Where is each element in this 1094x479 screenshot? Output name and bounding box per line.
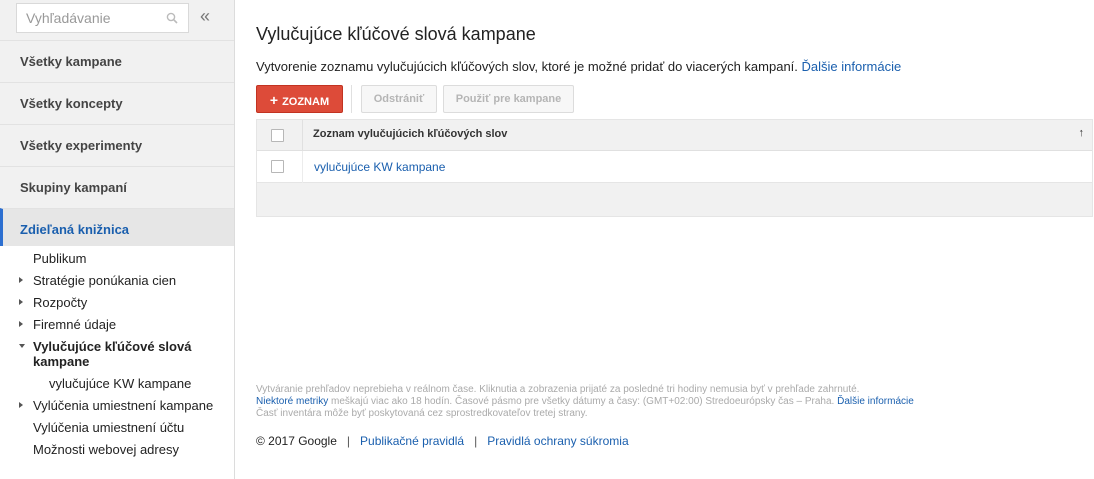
sub-item-business-data[interactable]: Firemné údaje — [33, 317, 116, 332]
description-text: Vytvorenie zoznamu vylučujúcich kľúčovýc… — [256, 59, 798, 74]
column-divider — [302, 120, 303, 151]
footer-separator: | — [474, 434, 478, 448]
page-title: Vylučujúce kľúčové slová kampane — [256, 24, 536, 44]
sort-ascending-icon[interactable]: ↑ — [1079, 127, 1085, 139]
row-checkbox[interactable] — [271, 160, 284, 173]
collapse-arrow-icon[interactable] — [19, 344, 25, 348]
plus-icon: + — [269, 92, 279, 108]
nav-all-experiments[interactable]: Všetky experimenty — [0, 124, 234, 166]
add-list-button[interactable]: + ZOZNAM — [256, 85, 343, 113]
note-line-1: Vytváranie prehľadov neprebieha v reálno… — [256, 384, 860, 395]
page-description: Vytvorenie zoznamu vylučujúcich kľúčovýc… — [256, 59, 901, 74]
nav-shared-library[interactable]: Zdieľaná knižnica — [0, 208, 234, 250]
column-header-list-name[interactable]: Zoznam vylučujúcich kľúčových slov — [313, 128, 507, 140]
privacy-policy-link[interactable]: Pravidlá ochrany súkromia — [487, 434, 628, 448]
expand-arrow-icon[interactable] — [19, 277, 23, 283]
more-info-link[interactable]: Ďalšie informácie — [802, 59, 902, 74]
add-list-label: ZOZNAM — [282, 96, 330, 108]
expand-arrow-icon[interactable] — [19, 321, 23, 327]
search-box[interactable] — [16, 3, 189, 33]
sub-item-url-options[interactable]: Možnosti webovej adresy — [33, 442, 179, 457]
shared-library-submenu: Publikum Stratégie ponúkania cien Rozpoč… — [0, 246, 234, 479]
expand-arrow-icon[interactable] — [19, 402, 23, 408]
search-icon[interactable] — [166, 12, 178, 24]
some-metrics-link[interactable]: Niektoré metriky — [256, 396, 328, 407]
notes-more-info-link[interactable]: Ďalšie informácie — [837, 396, 914, 407]
sub-item-audiences[interactable]: Publikum — [33, 251, 86, 266]
table-header: Zoznam vylučujúcich kľúčových slov ↑ — [257, 120, 1092, 151]
publishing-policy-link[interactable]: Publikačné pravidlá — [360, 434, 464, 448]
copyright: © 2017 Google — [256, 434, 337, 448]
nav-all-drafts[interactable]: Všetky koncepty — [0, 82, 234, 124]
sub-item-bid-strategies[interactable]: Stratégie ponúkania cien — [33, 273, 176, 288]
negative-keyword-lists-table: Zoznam vylučujúcich kľúčových slov ↑ vyl… — [256, 119, 1093, 217]
table-row: vylučujúce KW kampane — [257, 151, 1092, 183]
sub-item-campaign-placement-exclusions[interactable]: Vylúčenia umiestnení kampane — [33, 398, 213, 413]
footer-separator: | — [346, 434, 351, 448]
search-input[interactable] — [17, 4, 157, 32]
sidebar: « Všetky kampane Všetky koncepty Všetky … — [0, 0, 235, 479]
toolbar-divider — [351, 85, 352, 113]
list-name-link[interactable]: vylučujúce KW kampane — [314, 160, 445, 174]
sub-item-negative-kw-list[interactable]: vylučujúce KW kampane — [49, 376, 191, 391]
select-all-checkbox[interactable] — [271, 129, 284, 142]
column-divider — [302, 151, 303, 183]
remove-button[interactable]: Odstrániť — [361, 85, 437, 113]
note-line-3: Časť inventára môže byť poskytovaná cez … — [256, 408, 588, 419]
apply-to-campaigns-button[interactable]: Použiť pre kampane — [443, 85, 574, 113]
note-line-2-text: meškajú viac ako 18 hodín. Časové pásmo … — [328, 396, 835, 407]
nav-campaign-groups[interactable]: Skupiny kampaní — [0, 166, 234, 208]
sub-item-negative-keywords[interactable]: Vylučujúce kľúčové slová kampane — [33, 339, 213, 369]
nav-all-campaigns[interactable]: Všetky kampane — [0, 40, 234, 82]
page-footer: © 2017 Google | Publikačné pravidlá | Pravid… — [256, 434, 629, 448]
collapse-sidebar-button[interactable]: « — [200, 6, 210, 26]
expand-arrow-icon[interactable] — [19, 299, 23, 305]
sub-item-budgets[interactable]: Rozpočty — [33, 295, 87, 310]
note-line-2: Niektoré metriky meškajú viac ako 18 hod… — [256, 396, 914, 408]
sub-item-account-placement-exclusions[interactable]: Vylúčenia umiestnení účtu — [33, 420, 184, 435]
reporting-notes: Vytváranie prehľadov neprebieha v reálno… — [256, 384, 914, 420]
table-footer — [257, 183, 1092, 216]
